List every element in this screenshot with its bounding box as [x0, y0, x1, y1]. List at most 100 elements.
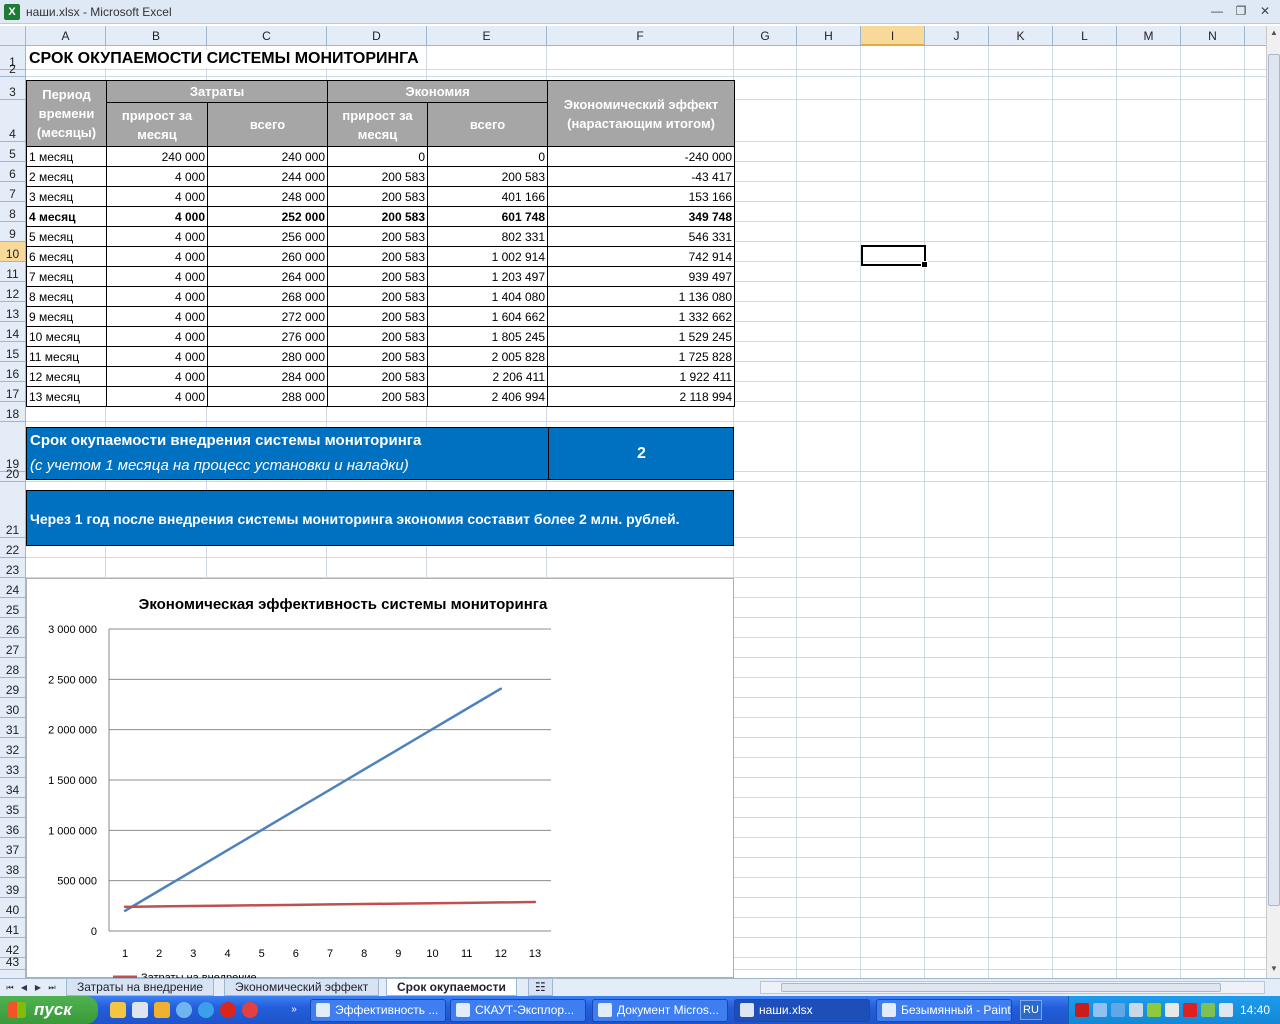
- tab-costs[interactable]: Затраты на внедрение: [66, 979, 215, 996]
- value-cell[interactable]: 0: [327, 146, 429, 167]
- quicklaunch-icon-1[interactable]: [110, 1002, 126, 1018]
- tab-payback[interactable]: Срок окупаемости: [386, 979, 517, 996]
- row-header[interactable]: 20: [0, 467, 25, 482]
- payback-value[interactable]: 2: [548, 428, 734, 479]
- browser-icon[interactable]: [176, 1002, 192, 1018]
- select-all-button[interactable]: [0, 26, 26, 46]
- period-cell[interactable]: 9 месяц: [26, 306, 107, 327]
- row-header[interactable]: 30: [0, 698, 25, 718]
- row-header[interactable]: 32: [0, 738, 25, 758]
- header-saving-total[interactable]: всего: [427, 102, 549, 147]
- row-header[interactable]: 17: [0, 382, 25, 402]
- row-header[interactable]: 16: [0, 362, 25, 382]
- value-cell[interactable]: -43 417: [547, 166, 736, 187]
- value-cell[interactable]: 1 805 245: [427, 326, 549, 347]
- tray-icon-5[interactable]: [1147, 1003, 1161, 1017]
- row-header[interactable]: 5: [0, 142, 25, 162]
- value-cell[interactable]: 200 583: [327, 186, 429, 207]
- tray-icon-6[interactable]: [1165, 1003, 1179, 1017]
- quicklaunch-icon-3[interactable]: [154, 1002, 170, 1018]
- column-header-l[interactable]: L: [1053, 26, 1117, 46]
- volume-icon[interactable]: [1219, 1003, 1233, 1017]
- row-header[interactable]: 28: [0, 658, 25, 678]
- payback-note[interactable]: (с учетом 1 месяца на процесс установки …: [30, 457, 409, 474]
- tab-effect[interactable]: Экономический эффект: [224, 979, 380, 996]
- period-cell[interactable]: 11 месяц: [26, 346, 107, 367]
- column-header-k[interactable]: K: [989, 26, 1053, 46]
- period-cell[interactable]: 10 месяц: [26, 326, 107, 347]
- header-effect[interactable]: Экономический эффект (нарастающим итогом…: [547, 80, 736, 147]
- value-cell[interactable]: 802 331: [427, 226, 549, 247]
- period-cell[interactable]: 6 месяц: [26, 246, 107, 267]
- row-header[interactable]: 14: [0, 322, 25, 342]
- row-header[interactable]: 9: [0, 222, 25, 242]
- column-header-b[interactable]: B: [106, 26, 207, 46]
- efficiency-chart[interactable]: Экономическая эффективность системы мони…: [26, 578, 734, 984]
- row-header[interactable]: 37: [0, 838, 25, 858]
- last-sheet-icon[interactable]: ⏭: [46, 981, 58, 994]
- restore-icon[interactable]: ❐: [1230, 3, 1252, 19]
- column-header-h[interactable]: H: [797, 26, 861, 46]
- value-cell[interactable]: 268 000: [206, 286, 329, 307]
- row-header[interactable]: 19: [0, 422, 25, 472]
- value-cell[interactable]: 240 000: [106, 146, 208, 167]
- value-cell[interactable]: 2 206 411: [427, 366, 549, 387]
- value-cell[interactable]: 284 000: [206, 366, 329, 387]
- tray-icon-1[interactable]: [1075, 1003, 1089, 1017]
- excel-icon[interactable]: X: [4, 4, 20, 20]
- vertical-scrollbar[interactable]: ▲ ▼: [1266, 26, 1280, 978]
- active-cell[interactable]: [861, 245, 928, 268]
- row-header[interactable]: 22: [0, 538, 25, 558]
- value-cell[interactable]: 200 583: [327, 346, 429, 367]
- value-cell[interactable]: 742 914: [547, 246, 736, 267]
- row-header[interactable]: 6: [0, 162, 25, 182]
- value-cell[interactable]: 240 000: [206, 146, 329, 167]
- row-header[interactable]: 36: [0, 818, 25, 838]
- value-cell[interactable]: 4 000: [106, 286, 208, 307]
- row-header[interactable]: 26: [0, 618, 25, 638]
- row-header[interactable]: 23: [0, 558, 25, 578]
- value-cell[interactable]: 1 136 080: [547, 286, 736, 307]
- quicklaunch-icon-2[interactable]: [132, 1002, 148, 1018]
- horizontal-scroll-thumb[interactable]: [781, 983, 1221, 992]
- row-header[interactable]: 2: [0, 62, 25, 77]
- value-cell[interactable]: 200 583: [327, 206, 429, 227]
- row-header[interactable]: 35: [0, 798, 25, 818]
- row-header[interactable]: 34: [0, 778, 25, 798]
- column-header-j[interactable]: J: [925, 26, 989, 46]
- value-cell[interactable]: 252 000: [206, 206, 329, 227]
- next-sheet-icon[interactable]: ▶: [32, 981, 44, 994]
- value-cell[interactable]: 244 000: [206, 166, 329, 187]
- language-indicator[interactable]: RU: [1020, 1000, 1042, 1020]
- row-header[interactable]: 21: [0, 482, 25, 538]
- value-cell[interactable]: 200 583: [327, 326, 429, 347]
- close-icon[interactable]: ✕: [1254, 3, 1276, 19]
- row-header[interactable]: 10: [0, 242, 25, 262]
- value-cell[interactable]: 200 583: [327, 246, 429, 267]
- row-header[interactable]: 15: [0, 342, 25, 362]
- conclusion-text[interactable]: Через 1 год после внедрения системы мони…: [30, 511, 680, 527]
- period-cell[interactable]: 5 месяц: [26, 226, 107, 247]
- value-cell[interactable]: 349 748: [547, 206, 736, 227]
- value-cell[interactable]: 272 000: [206, 306, 329, 327]
- vertical-scroll-thumb[interactable]: [1268, 54, 1280, 906]
- task-button-3[interactable]: Документ Micros...: [592, 999, 728, 1022]
- value-cell[interactable]: 200 583: [327, 286, 429, 307]
- value-cell[interactable]: 200 583: [327, 366, 429, 387]
- value-cell[interactable]: 200 583: [327, 306, 429, 327]
- period-cell[interactable]: 1 месяц: [26, 146, 107, 167]
- task-button-1[interactable]: Эффективность ...: [310, 999, 446, 1022]
- row-header[interactable]: 3: [0, 77, 25, 100]
- start-button[interactable]: пуск: [0, 996, 98, 1024]
- column-header-n[interactable]: N: [1181, 26, 1245, 46]
- row-header[interactable]: 38: [0, 858, 25, 878]
- sheet-title[interactable]: СРОК ОКУПАЕМОСТИ СИСТЕМЫ МОНИТОРИНГА: [29, 50, 419, 68]
- value-cell[interactable]: 4 000: [106, 306, 208, 327]
- row-header[interactable]: 24: [0, 578, 25, 598]
- row-header[interactable]: 31: [0, 718, 25, 738]
- minimize-icon[interactable]: —: [1206, 3, 1228, 19]
- payback-label[interactable]: Срок окупаемости внедрения системы монит…: [30, 432, 421, 449]
- row-header[interactable]: 25: [0, 598, 25, 618]
- opera-icon[interactable]: [220, 1002, 236, 1018]
- period-cell[interactable]: 2 месяц: [26, 166, 107, 187]
